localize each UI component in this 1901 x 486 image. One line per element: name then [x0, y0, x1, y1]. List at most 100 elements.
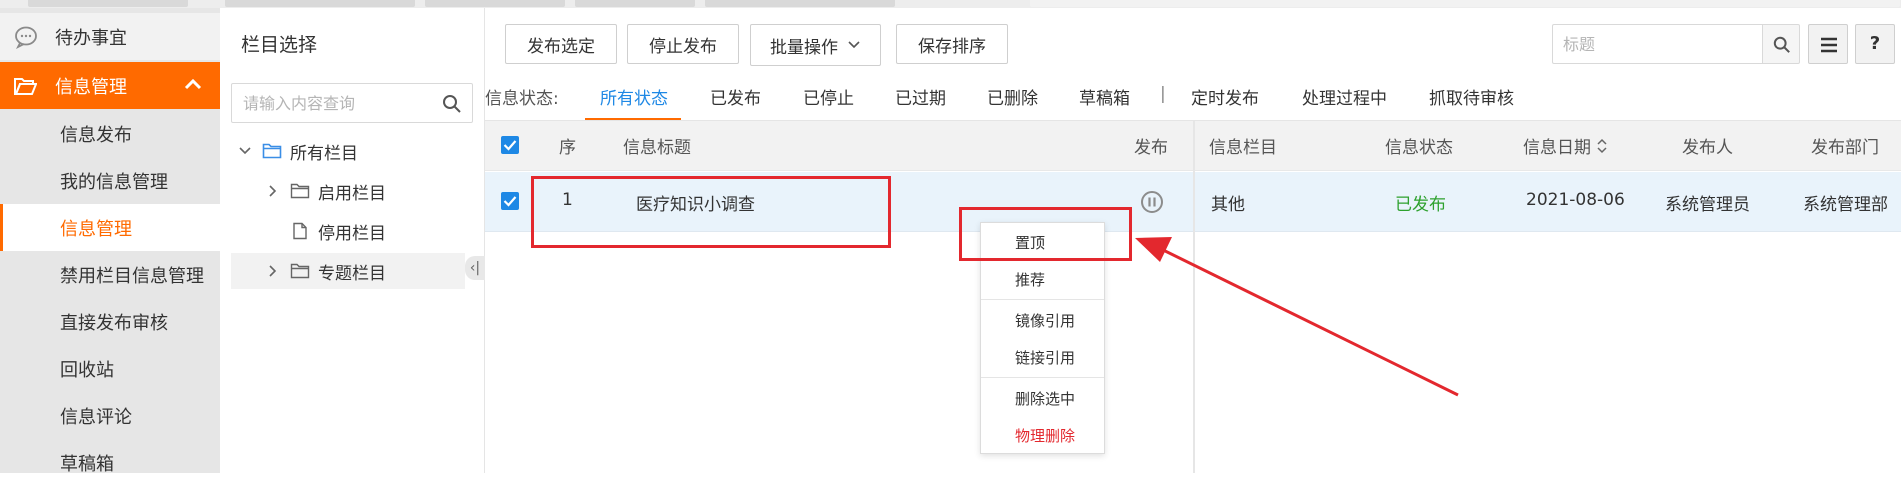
select-all-checkbox[interactable]	[501, 136, 519, 154]
title-search-button[interactable]	[1762, 24, 1800, 64]
tree-panel-title: 栏目选择	[241, 34, 318, 56]
status-filter-drafts[interactable]: 草稿箱	[1079, 84, 1130, 109]
pause-publish-icon[interactable]	[1140, 190, 1164, 214]
menu-item-link-reference[interactable]: 链接引用	[1015, 347, 1075, 368]
sidebar-item-comments[interactable]: 信息评论	[0, 392, 220, 439]
title-search-input[interactable]	[1552, 24, 1762, 64]
column-header-dept[interactable]: 发布部门	[1811, 133, 1879, 158]
stop-publish-button[interactable]: 停止发布	[627, 24, 739, 64]
row-status: 已发布	[1395, 195, 1446, 215]
tab-stub[interactable]	[705, 0, 895, 7]
column-header-publish: 发布	[1134, 138, 1168, 158]
sidebar-item-label: 直接发布审核	[60, 312, 168, 334]
column-menu-button[interactable]	[1808, 24, 1848, 64]
active-status-underline	[585, 118, 681, 120]
sidebar-item-label: 信息评论	[60, 406, 132, 428]
search-icon[interactable]	[442, 94, 462, 114]
sidebar-item-info-management[interactable]: 信息管理	[0, 204, 220, 251]
chevron-right-icon[interactable]	[266, 264, 280, 278]
sidebar-item-direct-review[interactable]: 直接发布审核	[0, 298, 220, 345]
row-column: 其他	[1211, 195, 1245, 215]
tree-node-special[interactable]: 专题栏目	[231, 253, 465, 289]
tree-node-root[interactable]: 所有栏目	[238, 133, 358, 169]
status-filter-expired[interactable]: 已过期	[895, 84, 946, 109]
tab-stub[interactable]	[225, 0, 415, 7]
annotation-highlight-pin-top	[959, 207, 1132, 261]
sidebar-item-label: 回收站	[60, 359, 114, 381]
tree-node-enabled[interactable]: 启用栏目	[266, 173, 386, 209]
search-icon	[1773, 36, 1790, 53]
menu-item-recommend[interactable]: 推荐	[1015, 269, 1045, 290]
help-button[interactable]: ?	[1855, 24, 1895, 64]
check-icon	[503, 140, 517, 151]
sidebar-item-label: 信息管理	[60, 218, 132, 240]
sidebar-item-drafts[interactable]: 草稿箱	[0, 439, 220, 486]
tree-node-label: 所有栏目	[290, 143, 358, 164]
chevron-down-icon[interactable]	[238, 144, 252, 158]
tab-stub[interactable]	[425, 0, 565, 7]
publish-selected-button[interactable]: 发布选定	[505, 24, 617, 64]
top-tab-strip	[0, 0, 1901, 8]
tree-node-label: 启用栏目	[318, 183, 386, 204]
chevron-down-icon	[848, 41, 860, 49]
batch-operations-label: 批量操作	[770, 37, 838, 58]
annotation-highlight-row-title	[531, 176, 891, 248]
folder-icon	[290, 183, 310, 199]
chevron-up-icon[interactable]	[184, 77, 202, 91]
sidebar-group-info-management[interactable]: 信息管理	[0, 62, 220, 109]
save-order-button[interactable]: 保存排序	[896, 24, 1008, 64]
sidebar-item-todo[interactable]: 待办事宜	[0, 13, 220, 60]
sidebar-item-disabled-columns[interactable]: 禁用栏目信息管理	[0, 251, 220, 298]
tab-stub[interactable]	[575, 0, 695, 7]
tree-panel-collapse-button[interactable]: ‹|	[465, 256, 485, 280]
tab-stub-active[interactable]	[1030, 0, 1900, 7]
sort-icon[interactable]	[1596, 138, 1608, 154]
column-header-title[interactable]: 信息标题	[623, 133, 691, 158]
row-checkbox[interactable]	[501, 192, 519, 210]
column-header-date[interactable]: 信息日期	[1523, 133, 1608, 158]
tree-node-label: 停用栏目	[318, 223, 386, 244]
row-date: 2021-08-06	[1526, 190, 1625, 210]
status-filter-scheduled[interactable]: 定时发布	[1191, 84, 1259, 109]
sidebar-item-publish[interactable]: 信息发布	[0, 110, 220, 157]
row-publisher: 系统管理员	[1665, 195, 1750, 215]
sidebar-item-label: 信息发布	[60, 124, 132, 146]
sidebar-item-recycle-bin[interactable]: 回收站	[0, 345, 220, 392]
sidebar-item-my-info[interactable]: 我的信息管理	[0, 157, 220, 204]
status-filter-stopped[interactable]: 已停止	[803, 84, 854, 109]
status-filter-processing[interactable]: 处理过程中	[1302, 84, 1387, 109]
sidebar: 待办事宜 信息管理 信息发布 我的信息管理 信息管理 禁用栏目信息管理 直接发布…	[0, 8, 220, 475]
column-header-publisher[interactable]: 发布人	[1682, 133, 1733, 158]
sidebar-item-label: 禁用栏目信息管理	[60, 265, 204, 287]
status-filter-crawl-review[interactable]: 抓取待审核	[1429, 84, 1514, 109]
status-filter-label: 信息状态:	[485, 89, 559, 109]
tree-node-disabled[interactable]: 停用栏目	[266, 213, 386, 249]
check-icon	[503, 196, 517, 207]
sidebar-item-label: 我的信息管理	[60, 171, 168, 193]
menu-item-mirror-reference[interactable]: 镜像引用	[1015, 310, 1075, 331]
chevron-right-icon[interactable]	[266, 184, 280, 198]
menu-item-delete-selected[interactable]: 删除选中	[1015, 388, 1075, 409]
document-icon	[293, 222, 307, 240]
status-filter-separator: |	[1160, 84, 1166, 104]
column-header-seq: 序	[559, 138, 576, 158]
status-filter-deleted[interactable]: 已删除	[987, 84, 1038, 109]
tree-search-input[interactable]	[231, 83, 473, 123]
menu-separator	[981, 377, 1104, 378]
folder-icon	[262, 143, 282, 159]
sidebar-item-label: 草稿箱	[60, 453, 114, 475]
sidebar-item-label: 待办事宜	[55, 27, 127, 49]
hamburger-menu-icon	[1821, 37, 1837, 53]
status-filter-all[interactable]: 所有状态	[600, 84, 668, 109]
batch-operations-dropdown[interactable]: 批量操作	[750, 24, 881, 66]
status-filter-published[interactable]: 已发布	[710, 84, 761, 109]
menu-item-physical-delete[interactable]: 物理删除	[1015, 425, 1075, 446]
menu-separator	[981, 299, 1104, 300]
folder-icon	[290, 263, 310, 279]
column-header-column[interactable]: 信息栏目	[1209, 133, 1277, 158]
column-header-status[interactable]: 信息状态	[1385, 133, 1453, 158]
chat-bubble-icon	[15, 26, 37, 49]
folder-open-icon	[14, 78, 37, 95]
tab-stub[interactable]	[28, 0, 188, 7]
column-divider[interactable]	[1193, 121, 1195, 473]
